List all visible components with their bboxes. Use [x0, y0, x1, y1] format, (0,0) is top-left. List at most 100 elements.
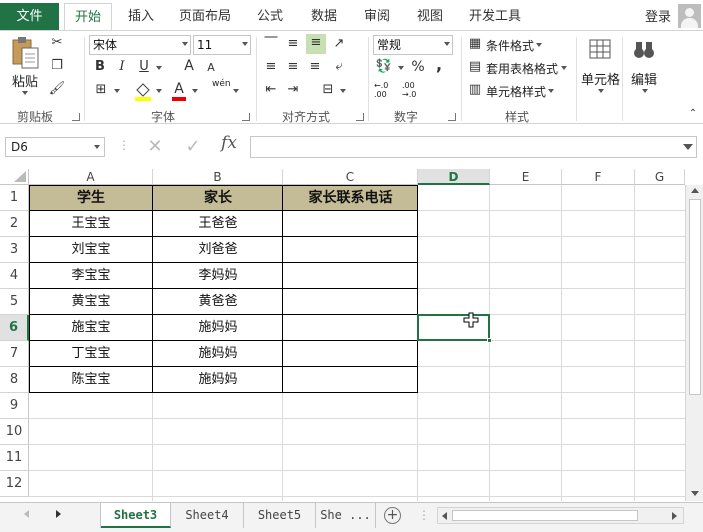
fill-color-icon[interactable]: [133, 80, 153, 102]
table-cell[interactable]: 王宝宝: [29, 211, 153, 237]
conditional-format-icon[interactable]: ▦: [466, 35, 484, 53]
horizontal-scrollbar[interactable]: [437, 507, 684, 524]
align-right-icon[interactable]: ≡: [306, 58, 324, 76]
table-cell[interactable]: 施妈妈: [153, 315, 283, 341]
font-size-select[interactable]: 11: [193, 35, 251, 55]
tab-view[interactable]: 视图: [408, 3, 452, 30]
font-name-select[interactable]: 宋体: [89, 35, 191, 55]
table-cell[interactable]: 陈宝宝: [29, 367, 153, 393]
name-box[interactable]: D6: [5, 137, 105, 157]
increase-decimal-button[interactable]: ←.0 .00: [374, 81, 398, 99]
align-left-icon[interactable]: ≡: [262, 58, 280, 76]
fill-color-dropdown-icon[interactable]: [156, 89, 162, 93]
format-as-table-button[interactable]: 套用表格格式: [486, 60, 558, 77]
table-cell[interactable]: 李妈妈: [153, 263, 283, 289]
formula-input[interactable]: [250, 136, 697, 158]
accounting-dropdown-icon[interactable]: [398, 66, 404, 70]
table-cell[interactable]: [283, 341, 418, 367]
column-header-d[interactable]: D: [418, 169, 490, 185]
grow-font-button[interactable]: A: [181, 57, 197, 75]
vertical-scroll-thumb[interactable]: [689, 199, 701, 395]
align-top-icon[interactable]: ⎺: [262, 35, 280, 53]
table-cell[interactable]: [283, 289, 418, 315]
table-cell[interactable]: [283, 263, 418, 289]
sheet-tab-sheet5[interactable]: Sheet5: [244, 503, 316, 528]
underline-dropdown-icon[interactable]: [156, 66, 162, 70]
cell-styles-icon[interactable]: ▥: [466, 81, 484, 99]
table-cell[interactable]: 王爸爸: [153, 211, 283, 237]
select-all-corner[interactable]: [0, 169, 29, 185]
merge-center-icon[interactable]: ⊟: [318, 81, 338, 99]
table-cell[interactable]: 丁宝宝: [29, 341, 153, 367]
add-sheet-icon[interactable]: +: [384, 507, 401, 524]
format-as-table-icon[interactable]: ▤: [466, 58, 484, 76]
number-launcher-icon[interactable]: [448, 113, 456, 121]
tab-developer[interactable]: 开发工具: [463, 3, 527, 30]
percent-button[interactable]: %: [410, 58, 426, 76]
horizontal-scroll-thumb[interactable]: [452, 510, 638, 521]
insert-function-button[interactable]: fx: [216, 133, 242, 157]
column-header-b[interactable]: B: [153, 169, 283, 185]
cells-icon[interactable]: [588, 37, 612, 63]
align-bottom-icon[interactable]: ≡: [306, 34, 326, 54]
cut-icon[interactable]: ✂: [48, 34, 66, 52]
tab-page-layout[interactable]: 页面布局: [172, 3, 238, 30]
table-cell[interactable]: 李宝宝: [29, 263, 153, 289]
cell-styles-button[interactable]: 单元格样式: [486, 83, 546, 100]
login-link[interactable]: 登录: [645, 6, 671, 25]
row-header-2[interactable]: 2: [0, 211, 29, 237]
table-cell[interactable]: 刘宝宝: [29, 237, 153, 263]
align-center-icon[interactable]: ≡: [284, 58, 302, 76]
scroll-right-icon[interactable]: [672, 512, 677, 520]
clipboard-launcher-icon[interactable]: [72, 113, 80, 121]
selected-cell-d6[interactable]: [417, 314, 490, 341]
vertical-scrollbar[interactable]: [685, 185, 703, 501]
next-sheet-icon[interactable]: [56, 510, 61, 518]
tab-formulas[interactable]: 公式: [250, 3, 290, 30]
tab-file[interactable]: 文件: [0, 3, 59, 30]
prev-sheet-icon[interactable]: [24, 510, 29, 518]
column-header-f[interactable]: F: [562, 169, 635, 185]
shrink-font-button[interactable]: A: [204, 59, 218, 77]
collapse-ribbon-icon[interactable]: ⌃: [686, 105, 700, 123]
copy-icon[interactable]: ❐: [48, 57, 66, 75]
row-header-3[interactable]: 3: [0, 237, 29, 263]
wrap-text-icon[interactable]: ⤶: [330, 58, 348, 76]
format-painter-icon[interactable]: 🖌: [48, 80, 66, 98]
row-header-6[interactable]: 6: [0, 315, 29, 341]
paste-button[interactable]: 粘贴: [12, 71, 38, 90]
column-header-c[interactable]: C: [283, 169, 418, 185]
expand-formula-bar-icon[interactable]: [683, 144, 693, 150]
table-header-cell[interactable]: 家长: [153, 185, 283, 211]
table-header-cell[interactable]: 学生: [29, 185, 153, 211]
scroll-up-icon[interactable]: [691, 188, 699, 193]
row-header-4[interactable]: 4: [0, 263, 29, 289]
font-launcher-icon[interactable]: [242, 113, 250, 121]
table-cell[interactable]: [283, 315, 418, 341]
row-header-7[interactable]: 7: [0, 341, 29, 367]
enter-icon[interactable]: ✓: [182, 136, 204, 158]
table-cell[interactable]: [283, 367, 418, 393]
align-middle-icon[interactable]: ≡: [284, 35, 302, 53]
merge-dropdown-icon[interactable]: [340, 89, 346, 93]
table-cell[interactable]: 黄宝宝: [29, 289, 153, 315]
fill-handle[interactable]: [487, 338, 492, 343]
scroll-left-icon[interactable]: [442, 512, 447, 520]
table-cell[interactable]: [283, 211, 418, 237]
row-header-9[interactable]: 9: [0, 393, 29, 419]
editing-binoculars-icon[interactable]: [632, 37, 656, 63]
user-avatar-icon[interactable]: [678, 4, 701, 28]
borders-dropdown-icon[interactable]: [114, 89, 120, 93]
paste-dropdown-icon[interactable]: [22, 91, 28, 95]
phonetic-dropdown-icon[interactable]: [233, 89, 239, 93]
cells-button[interactable]: 单元格: [581, 69, 620, 88]
decrease-indent-icon[interactable]: ⇤: [262, 81, 280, 99]
number-format-select[interactable]: 常规: [373, 35, 453, 55]
sheet-tab-sheet3[interactable]: Sheet3: [101, 503, 171, 528]
row-header-11[interactable]: 11: [0, 445, 29, 471]
table-cell[interactable]: 施妈妈: [153, 341, 283, 367]
cancel-icon[interactable]: ✕: [144, 136, 166, 158]
row-header-8[interactable]: 8: [0, 367, 29, 393]
row-header-1[interactable]: 1: [0, 185, 29, 211]
font-color-dropdown-icon[interactable]: [192, 89, 198, 93]
